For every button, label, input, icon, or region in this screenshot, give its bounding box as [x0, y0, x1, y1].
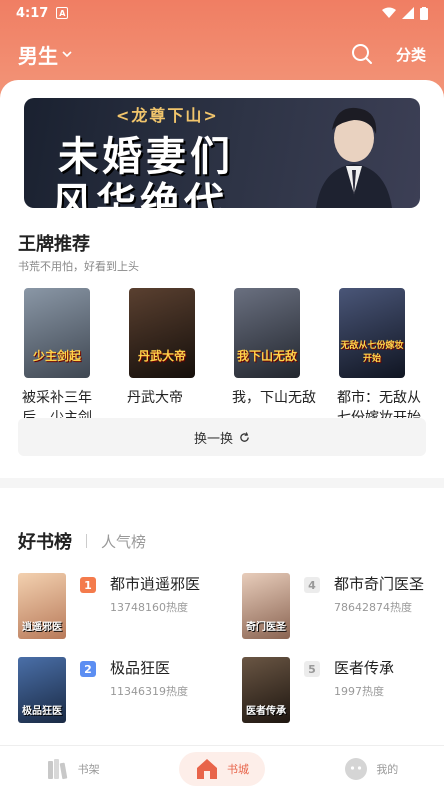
ranking-heat: 11346319热度 [110, 685, 188, 698]
recommend-book-list: 少主剑起 被采补三年后，少主剑... 丹武大帝 丹武大帝 我下山无敌 我，下山无… [18, 288, 438, 428]
ranking-heat: 78642874热度 [334, 601, 412, 614]
ranking-cover: 医者传承 [242, 657, 290, 723]
status-time: 4:17 [16, 5, 49, 21]
ranking-item[interactable]: 奇门医圣 4 都市奇门医圣 78642874热度 [242, 573, 442, 641]
nav-bookstore-label: 书城 [226, 762, 249, 776]
book-card[interactable]: 丹武大帝 丹武大帝 [123, 288, 228, 428]
tab-popular[interactable]: 人气榜 [101, 531, 146, 552]
book-cover: 我下山无敌 [234, 288, 300, 378]
status-bar: 4:17 A [0, 0, 444, 26]
promo-banner[interactable]: <龙尊下山> 未婚妻们 风华绝代 [24, 98, 420, 208]
ranking-cover-text: 奇门医圣 [246, 622, 286, 633]
search-icon[interactable] [350, 42, 374, 66]
ranking-book-title: 都市奇门医圣 [334, 575, 425, 593]
ranking-heat: 13748160热度 [110, 601, 188, 614]
book-title: 我，下山无敌 [232, 390, 316, 406]
main-content: <龙尊下山> 未婚妻们 风华绝代 王牌推荐 书荒不用怕，好看到上头 少主剑起 被… [0, 80, 444, 745]
rank-badge: 4 [304, 577, 320, 593]
gender-selector[interactable]: 男生 [18, 40, 72, 69]
ranking-item[interactable]: 逍遥邪医 1 都市逍遥邪医 13748160热度 [18, 573, 218, 641]
ranking-cover: 逍遥邪医 [18, 573, 66, 639]
refresh-recommend-button[interactable]: 换一换 [18, 418, 426, 456]
book-cover-text: 少主剑起 [32, 349, 81, 363]
ranking-item[interactable]: 医者传承 5 医者传承 1997热度 [242, 657, 442, 725]
tab-separator [86, 534, 87, 548]
ranking-heat: 1997热度 [334, 685, 384, 698]
book-cover-text: 丹武大帝 [137, 349, 186, 363]
profile-icon [345, 757, 368, 780]
book-cover: 少主剑起 [24, 288, 90, 378]
book-card[interactable]: 我下山无敌 我，下山无敌 [228, 288, 333, 428]
book-cover: 丹武大帝 [129, 288, 195, 378]
nav-bookshelf-label: 书架 [77, 762, 100, 776]
book-cover-text: 无敌从七份嫁妆开始 [340, 341, 404, 364]
book-cover-text: 我下山无敌 [236, 349, 297, 363]
top-navigation: 男生 分类 [0, 34, 444, 74]
bookshelf-icon [47, 758, 67, 779]
refresh-icon [240, 431, 249, 442]
recommend-title: 王牌推荐 [18, 234, 90, 255]
home-icon [196, 758, 217, 779]
banner-character-illustration [316, 107, 392, 208]
rank-badge: 1 [80, 577, 96, 593]
recommend-subtitle: 书荒不用怕，好看到上头 [18, 260, 139, 273]
nav-bookstore[interactable]: 书城 [178, 751, 265, 786]
banner-subtitle: <龙尊下山> [116, 106, 219, 125]
section-divider [0, 478, 444, 488]
book-cover: 无敌从七份嫁妆开始 [339, 288, 405, 378]
battery-icon [420, 6, 428, 20]
nav-mine-label: 我的 [376, 762, 399, 776]
ranking-book-title: 都市逍遥邪医 [110, 575, 201, 593]
bottom-navigation: 书架 书城 我的 [0, 745, 444, 791]
signal-icon [402, 7, 414, 19]
wifi-icon [382, 7, 396, 18]
book-card[interactable]: 少主剑起 被采补三年后，少主剑... [18, 288, 123, 428]
refresh-label: 换一换 [193, 431, 233, 447]
ranking-cover: 极品狂医 [18, 657, 66, 723]
category-button[interactable]: 分类 [396, 44, 426, 65]
ranking-tabs: 好书榜 人气榜 [18, 528, 146, 554]
chevron-down-icon [62, 51, 72, 58]
gender-label: 男生 [18, 43, 58, 68]
tab-good-books[interactable]: 好书榜 [18, 528, 72, 554]
book-card[interactable]: 无敌从七份嫁妆开始 都市：无敌从七份嫁妆开始 [333, 288, 438, 428]
nav-mine[interactable]: 我的 [332, 752, 410, 786]
ranking-cover-text: 逍遥邪医 [22, 622, 62, 633]
ranking-book-title: 极品狂医 [110, 659, 171, 677]
ranking-cover-text: 医者传承 [246, 706, 286, 717]
nav-bookshelf[interactable]: 书架 [34, 752, 112, 786]
notification-icon: A [56, 7, 69, 19]
rank-badge: 5 [304, 661, 320, 677]
book-title: 丹武大帝 [127, 390, 183, 406]
ranking-item[interactable]: 极品狂医 2 极品狂医 11346319热度 [18, 657, 218, 725]
ranking-cover-text: 极品狂医 [22, 706, 62, 717]
banner-title-line2: 风华绝代 [52, 180, 228, 208]
ranking-book-title: 医者传承 [334, 659, 395, 677]
ranking-cover: 奇门医圣 [242, 573, 290, 639]
rank-badge: 2 [80, 661, 96, 677]
